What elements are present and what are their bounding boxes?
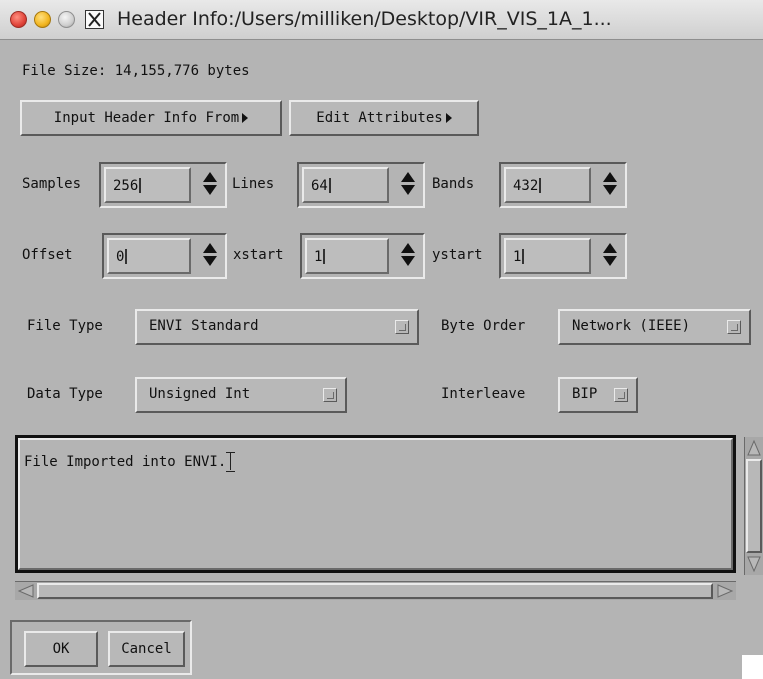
zoom-window-button[interactable] (58, 11, 75, 28)
samples-input[interactable]: 256 (104, 167, 191, 203)
description-textarea[interactable]: File Imported into ENVI. (15, 435, 736, 573)
lines-spin-arrows-icon[interactable] (401, 172, 415, 198)
ystart-spinner[interactable]: 1 (499, 233, 627, 279)
ystart-label: ystart (432, 247, 483, 263)
cancel-label: Cancel (121, 641, 172, 657)
window-title: Header Info:/Users/milliken/Desktop/VIR_… (117, 8, 612, 30)
bands-spin-arrows-icon[interactable] (603, 172, 617, 198)
lines-label: Lines (232, 176, 275, 192)
samples-value: 256 (113, 178, 139, 194)
xstart-input[interactable]: 1 (305, 238, 389, 274)
byte-order-label: Byte Order (441, 318, 526, 334)
ystart-spin-arrows-icon[interactable] (603, 243, 617, 269)
vertical-scrollbar-thumb[interactable] (746, 459, 762, 553)
file-type-label: File Type (27, 318, 103, 334)
lines-spinner[interactable]: 64 (297, 162, 425, 208)
close-window-button[interactable] (10, 11, 27, 28)
data-type-dropdown[interactable]: Unsigned Int (135, 377, 347, 413)
offset-input[interactable]: 0 (107, 238, 191, 274)
file-type-value: ENVI Standard (149, 318, 259, 334)
menu-arrow-icon (445, 113, 452, 123)
dropdown-indicator-icon (323, 388, 337, 402)
scroll-down-arrow-icon[interactable] (746, 554, 762, 574)
xstart-spin-arrows-icon[interactable] (401, 243, 415, 269)
text-cursor (125, 249, 128, 264)
bands-input[interactable]: 432 (504, 167, 591, 203)
x11-app-icon (85, 10, 104, 29)
vertical-scrollbar[interactable] (744, 437, 763, 575)
text-cursor (323, 249, 326, 264)
dropdown-indicator-icon (395, 320, 409, 334)
text-cursor (328, 178, 331, 193)
bands-label: Bands (432, 176, 475, 192)
ystart-value: 1 (513, 249, 522, 265)
byte-order-dropdown[interactable]: Network (IEEE) (558, 309, 751, 345)
ok-button[interactable]: OK (24, 631, 98, 667)
offset-spin-arrows-icon[interactable] (203, 243, 217, 269)
ystart-input[interactable]: 1 (504, 238, 591, 274)
xstart-value: 1 (314, 249, 323, 265)
description-text: File Imported into ENVI. (24, 454, 227, 470)
input-header-info-from-button[interactable]: Input Header Info From (20, 100, 282, 136)
dropdown-indicator-icon (727, 320, 741, 334)
edit-attributes-button[interactable]: Edit Attributes (289, 100, 479, 136)
offset-spinner[interactable]: 0 (102, 233, 227, 279)
scroll-left-arrow-icon[interactable] (16, 583, 36, 599)
ibeam-cursor-icon (226, 452, 236, 472)
data-type-label: Data Type (27, 386, 103, 402)
samples-spinner[interactable]: 256 (99, 162, 227, 208)
lines-value: 64 (311, 178, 328, 194)
ok-label: OK (52, 641, 70, 657)
scroll-up-arrow-icon[interactable] (746, 438, 762, 458)
samples-label: Samples (22, 176, 82, 192)
title-bar: Header Info:/Users/milliken/Desktop/VIR_… (0, 0, 763, 40)
horizontal-scrollbar-thumb[interactable] (37, 583, 713, 599)
background-patch (742, 655, 763, 679)
byte-order-value: Network (IEEE) (572, 318, 691, 334)
lines-input[interactable]: 64 (302, 167, 389, 203)
horizontal-scrollbar[interactable] (15, 581, 736, 600)
cancel-button[interactable]: Cancel (108, 631, 185, 667)
menu-arrow-icon (242, 113, 249, 123)
minimize-window-button[interactable] (34, 11, 51, 28)
offset-value: 0 (116, 249, 125, 265)
dropdown-indicator-icon (614, 388, 628, 402)
file-type-dropdown[interactable]: ENVI Standard (135, 309, 419, 345)
file-size-label: File Size: 14,155,776 bytes (22, 63, 250, 79)
text-cursor (539, 178, 542, 193)
text-cursor (139, 178, 142, 193)
interleave-dropdown[interactable]: BIP (558, 377, 638, 413)
text-cursor (522, 249, 525, 264)
interleave-value: BIP (572, 386, 598, 402)
offset-label: Offset (22, 247, 73, 263)
bands-spinner[interactable]: 432 (499, 162, 627, 208)
scroll-right-arrow-icon[interactable] (715, 583, 735, 599)
edit-attributes-label: Edit Attributes (316, 110, 443, 126)
xstart-spinner[interactable]: 1 (300, 233, 425, 279)
xstart-label: xstart (233, 247, 284, 263)
input-header-info-from-label: Input Header Info From (53, 110, 240, 126)
samples-spin-arrows-icon[interactable] (203, 172, 217, 198)
bands-value: 432 (513, 178, 539, 194)
data-type-value: Unsigned Int (149, 386, 251, 402)
interleave-label: Interleave (441, 386, 526, 402)
